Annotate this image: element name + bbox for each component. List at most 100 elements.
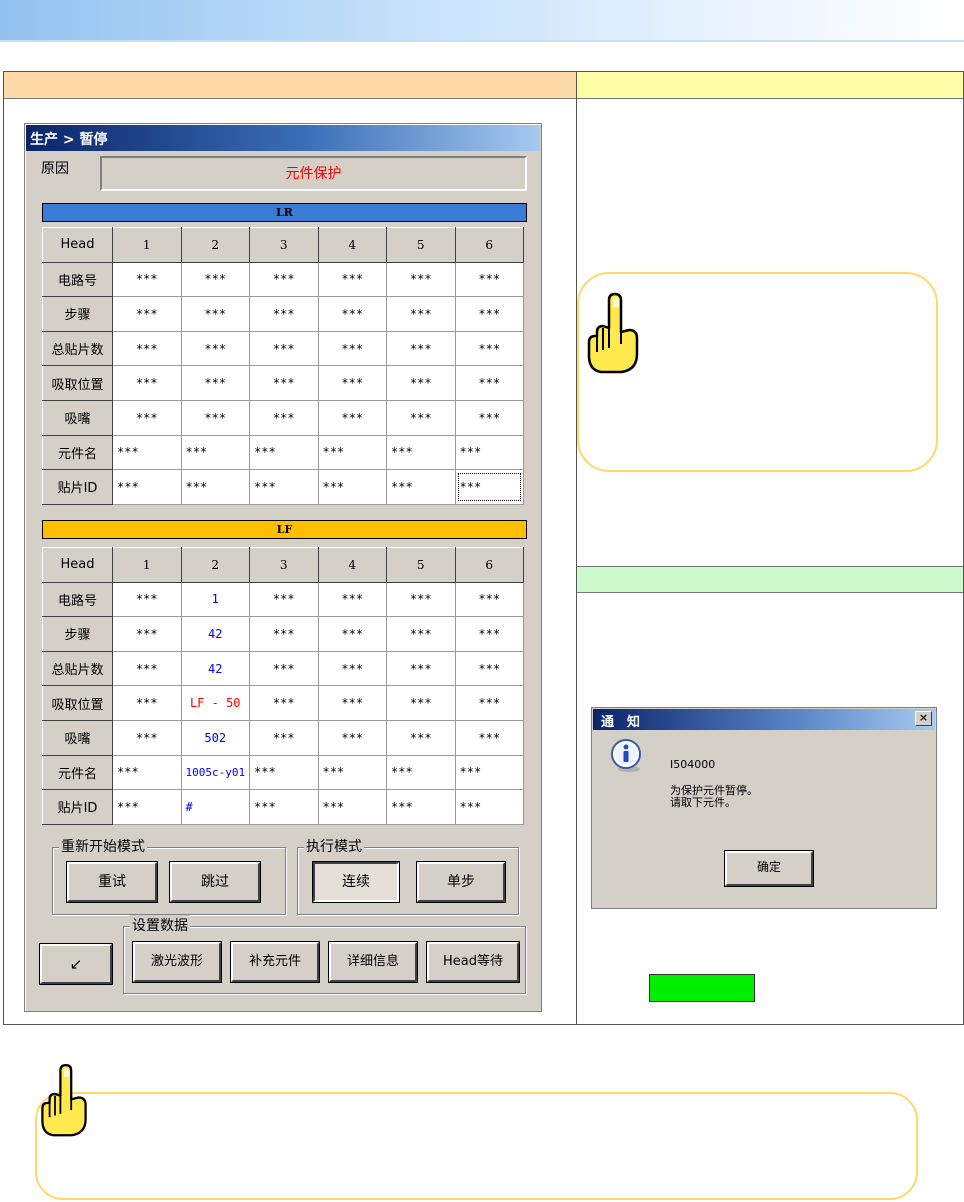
table-cell[interactable]: *** [112,685,182,721]
table-cell[interactable]: *** [249,469,319,505]
table-cell-selected[interactable]: *** [454,469,524,505]
top-banner [0,0,964,40]
table-cell[interactable]: *** [249,261,319,298]
table-cell[interactable]: 42 [180,650,250,687]
table-cell[interactable]: *** [112,650,182,687]
single-step-button[interactable]: 单步 [417,862,505,902]
table-cell[interactable]: *** [112,789,182,825]
table-cell[interactable]: *** [386,434,456,471]
table-cell[interactable]: *** [112,616,182,652]
table-cell[interactable]: *** [386,685,456,721]
dialog-title: 生产 > 暂停 [26,125,540,151]
table-cell[interactable]: *** [386,719,456,756]
table-cell[interactable]: *** [180,469,250,505]
table-cell[interactable]: *** [180,261,250,298]
laser-waveform-button[interactable]: 激光波形 [133,942,221,982]
ok-button[interactable]: 确定 [725,851,813,886]
table-cell[interactable]: *** [454,261,524,298]
table-cell[interactable]: *** [317,650,387,687]
table-cell[interactable]: 42 [180,616,250,652]
table-cell[interactable]: *** [386,650,456,687]
table-cell[interactable]: *** [454,434,524,471]
table-cell[interactable]: *** [317,685,387,721]
table-cell[interactable]: LF - 50 [180,685,250,721]
table-cell[interactable]: *** [317,719,387,756]
table-cell[interactable]: *** [249,434,319,471]
table-cell[interactable]: *** [112,330,182,367]
skip-button[interactable]: 跳过 [170,862,260,902]
table-cell[interactable]: *** [386,616,456,652]
table-cell[interactable]: *** [386,330,456,367]
table-cell[interactable]: *** [249,789,319,825]
table-cell[interactable]: *** [454,719,524,756]
table-cell[interactable]: *** [454,296,524,332]
table-cell[interactable]: 1005c-y01 [180,754,250,791]
table-cell[interactable]: *** [386,581,456,618]
table-cell[interactable]: *** [112,365,182,401]
table-cell[interactable]: # [180,789,250,825]
green-action-button[interactable] [649,974,755,1002]
table-cell[interactable]: *** [249,616,319,652]
table-cell[interactable]: *** [180,330,250,367]
table-cell[interactable]: *** [249,581,319,618]
close-icon[interactable]: × [915,711,932,726]
table-cell[interactable]: *** [454,399,524,436]
table-cell[interactable]: *** [386,399,456,436]
table-cell[interactable]: *** [386,365,456,401]
table-cell[interactable]: *** [386,754,456,791]
details-button[interactable]: 详细信息 [329,942,417,982]
supplement-parts-button[interactable]: 补充元件 [231,942,319,982]
table-cell[interactable]: *** [249,719,319,756]
table-cell[interactable]: *** [317,434,387,471]
table-cell[interactable]: *** [249,399,319,436]
table-cell[interactable]: *** [317,754,387,791]
table-cell[interactable]: *** [454,754,524,791]
table-cell[interactable]: *** [317,399,387,436]
table-cell[interactable]: 1 [180,581,250,618]
table-cell[interactable]: *** [454,685,524,721]
table-cell[interactable]: *** [112,261,182,298]
table-cell[interactable]: *** [180,365,250,401]
table-cell[interactable]: *** [317,616,387,652]
table-cell[interactable]: *** [112,296,182,332]
table-cell[interactable]: *** [112,719,182,756]
table-cell[interactable]: *** [112,399,182,436]
table-cell[interactable]: 502 [180,719,250,756]
table-cell[interactable]: *** [317,789,387,825]
table-cell[interactable]: *** [454,789,524,825]
table-cell[interactable]: *** [386,261,456,298]
table-cell[interactable]: *** [317,296,387,332]
table-cell[interactable]: *** [249,296,319,332]
row-label: 步骤 [42,616,113,652]
table-cell[interactable]: *** [249,650,319,687]
table-cell[interactable]: *** [386,789,456,825]
continuous-button[interactable]: 连续 [313,862,399,902]
table-cell[interactable]: *** [112,581,182,618]
table-cell[interactable]: *** [454,581,524,618]
table-cell[interactable]: *** [454,330,524,367]
table-cell[interactable]: *** [112,434,182,471]
table-cell[interactable]: *** [454,616,524,652]
table-cell[interactable]: *** [112,469,182,505]
table-cell[interactable]: *** [112,754,182,791]
row-label: 元件名 [42,754,113,791]
table-cell[interactable]: *** [249,685,319,721]
table-cell[interactable]: *** [317,469,387,505]
table-cell[interactable]: *** [317,330,387,367]
table-cell[interactable]: *** [249,330,319,367]
table-cell[interactable]: *** [317,581,387,618]
table-cell[interactable]: *** [317,365,387,401]
table-cell[interactable]: *** [249,365,319,401]
table-cell[interactable]: *** [386,296,456,332]
table-cell[interactable]: *** [386,469,456,505]
retry-button[interactable]: 重试 [67,862,157,902]
table-cell[interactable]: *** [180,434,250,471]
table-cell[interactable]: *** [317,261,387,298]
resize-icon[interactable]: ↙ [40,944,112,984]
table-cell[interactable]: *** [180,296,250,332]
head-wait-button[interactable]: Head等待 [427,942,519,982]
table-cell[interactable]: *** [249,754,319,791]
table-cell[interactable]: *** [454,650,524,687]
table-cell[interactable]: *** [454,365,524,401]
table-cell[interactable]: *** [180,399,250,436]
